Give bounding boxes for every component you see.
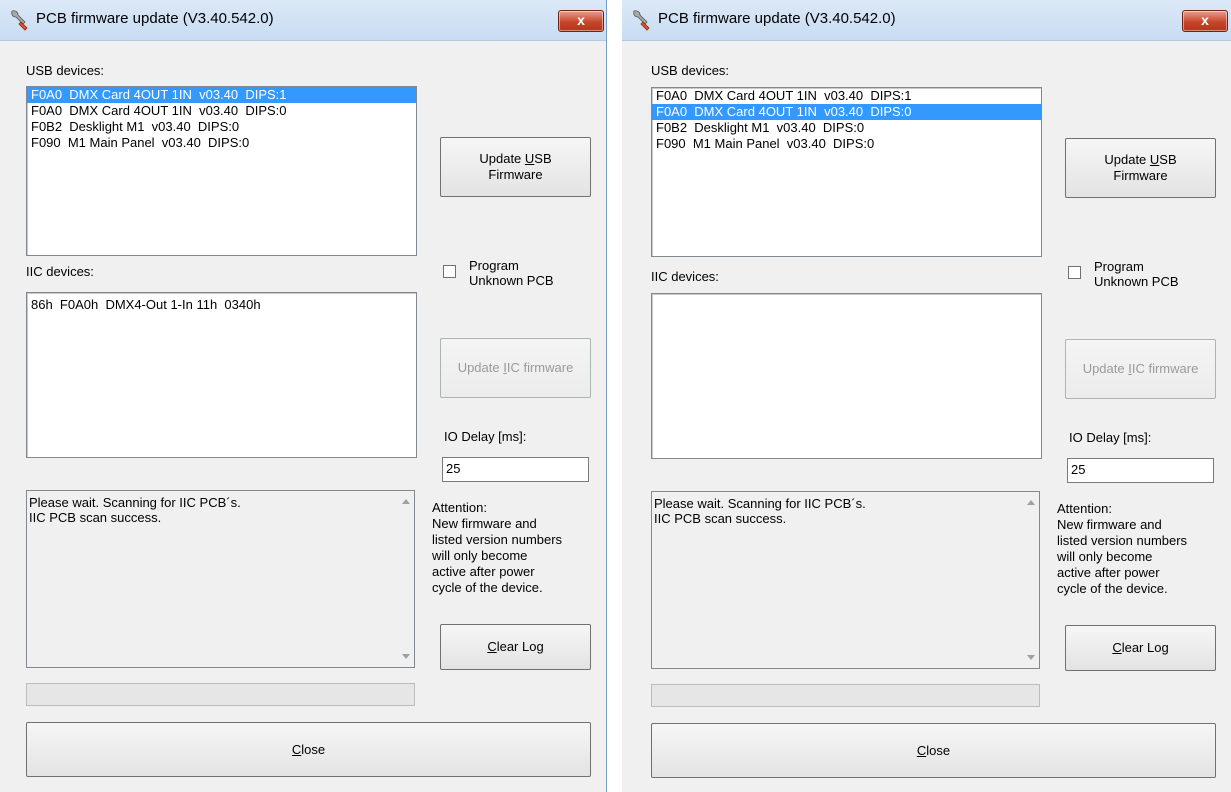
update-iic-post: IC firmware <box>1131 361 1199 376</box>
window-title: PCB firmware update (V3.40.542.0) <box>36 10 274 27</box>
usb-device-list[interactable]: F0A0 DMX Card 4OUT 1IN v03.40 DIPS:1 F0A0… <box>26 86 417 256</box>
wrench-icon <box>633 10 650 31</box>
close-icon[interactable]: x <box>1182 10 1228 32</box>
io-delay-input[interactable]: 25 <box>442 457 589 482</box>
close-icon[interactable]: x <box>558 10 604 32</box>
usb-device-item[interactable]: F0B2 Desklight M1 v03.40 DIPS:0 <box>652 120 1041 136</box>
update-usb-post: SB <box>1159 152 1177 167</box>
log-scrollbar[interactable] <box>1022 492 1039 668</box>
log-text: Please wait. Scanning for IIC PCB´s. IIC… <box>654 496 866 526</box>
log-textarea[interactable]: Please wait. Scanning for IIC PCB´s. IIC… <box>651 491 1040 669</box>
usb-device-item[interactable]: F0A0 DMX Card 4OUT 1IN v03.40 DIPS:1 <box>652 88 1041 104</box>
clear-log-accel: C <box>1112 640 1122 655</box>
firmware-window-1: PCB firmware update (V3.40.542.0) x USB … <box>0 0 607 792</box>
window-title: PCB firmware update (V3.40.542.0) <box>658 10 896 27</box>
scroll-down-icon[interactable] <box>402 654 410 659</box>
update-iic-firmware-button[interactable]: Update IIC firmware <box>1065 339 1216 399</box>
program-unknown-label: Program Unknown PCB <box>469 258 554 288</box>
log-textarea[interactable]: Please wait. Scanning for IIC PCB´s. IIC… <box>26 490 415 668</box>
close-post: lose <box>301 741 326 757</box>
usb-devices-label: USB devices: <box>26 63 105 78</box>
clear-log-accel: C <box>487 639 497 654</box>
clear-log-button[interactable]: Clear Log <box>440 624 591 670</box>
clear-log-post: lear Log <box>1121 640 1169 655</box>
close-post: lose <box>926 742 951 758</box>
program-unknown-checkbox[interactable] <box>1068 266 1081 279</box>
log-text: Please wait. Scanning for IIC PCB´s. IIC… <box>29 495 241 525</box>
close-button[interactable]: Close <box>26 722 591 777</box>
update-iic-pre: Update <box>1082 361 1129 376</box>
close-accel: C <box>291 741 302 757</box>
update-usb-post: SB <box>534 151 552 166</box>
usb-device-item[interactable]: F090 M1 Main Panel v03.40 DIPS:0 <box>652 136 1041 152</box>
io-delay-input[interactable]: 25 <box>1067 458 1214 483</box>
usb-device-item[interactable]: F0A0 DMX Card 4OUT 1IN v03.40 DIPS:0 <box>652 104 1041 120</box>
usb-device-item[interactable]: F0A0 DMX Card 4OUT 1IN v03.40 DIPS:1 <box>27 87 416 103</box>
usb-device-item[interactable]: F0A0 DMX Card 4OUT 1IN v03.40 DIPS:0 <box>27 103 416 119</box>
title-bar[interactable]: PCB firmware update (V3.40.542.0) x <box>622 0 1231 41</box>
update-usb-firmware-button[interactable]: Update USB Firmware <box>440 137 591 197</box>
progress-bar <box>26 683 415 706</box>
program-unknown-checkbox[interactable] <box>443 265 456 278</box>
iic-device-item[interactable]: 86h F0A0h DMX4-Out 1-In 11h 0340h <box>31 297 416 313</box>
update-usb-line2: Firmware <box>488 167 543 182</box>
update-usb-pre: Update <box>1104 152 1150 167</box>
io-delay-label: IO Delay [ms]: <box>1069 430 1152 445</box>
clear-log-post: lear Log <box>496 639 544 654</box>
firmware-window-2: PCB firmware update (V3.40.542.0) x USB … <box>622 0 1231 792</box>
usb-device-item[interactable]: F0B2 Desklight M1 v03.40 DIPS:0 <box>27 119 416 135</box>
log-scrollbar[interactable] <box>397 491 414 667</box>
wrench-icon <box>11 10 28 31</box>
program-unknown-line2: Unknown PCB <box>469 273 554 288</box>
iic-devices-label: IIC devices: <box>651 269 719 284</box>
attention-note: Attention: New firmware and listed versi… <box>1057 501 1188 596</box>
update-iic-pre: Update <box>457 360 504 375</box>
scroll-up-icon[interactable] <box>1027 500 1035 505</box>
update-iic-post: IC firmware <box>506 360 574 375</box>
title-bar[interactable]: PCB firmware update (V3.40.542.0) x <box>0 0 606 41</box>
usb-device-item[interactable]: F090 M1 Main Panel v03.40 DIPS:0 <box>27 135 416 151</box>
program-unknown-line1: Program <box>469 258 519 273</box>
iic-devices-label: IIC devices: <box>26 264 94 279</box>
scroll-up-icon[interactable] <box>402 499 410 504</box>
update-usb-line2: Firmware <box>1113 168 1168 183</box>
update-iic-firmware-button[interactable]: Update IIC firmware <box>440 338 591 398</box>
update-usb-accel: U <box>1149 152 1160 167</box>
close-button[interactable]: Close <box>651 723 1216 778</box>
io-delay-label: IO Delay [ms]: <box>444 429 527 444</box>
attention-note: Attention: New firmware and listed versi… <box>432 500 563 595</box>
program-unknown-line2: Unknown PCB <box>1094 274 1179 289</box>
iic-device-list[interactable]: 86h F0A0h DMX4-Out 1-In 11h 0340h <box>26 292 417 458</box>
update-usb-pre: Update <box>479 151 525 166</box>
close-accel: C <box>916 742 927 758</box>
program-unknown-line1: Program <box>1094 259 1144 274</box>
usb-devices-label: USB devices: <box>651 63 730 78</box>
usb-device-list[interactable]: F0A0 DMX Card 4OUT 1IN v03.40 DIPS:1 F0A0… <box>651 87 1042 257</box>
program-unknown-label: Program Unknown PCB <box>1094 259 1179 289</box>
scroll-down-icon[interactable] <box>1027 655 1035 660</box>
iic-device-list[interactable] <box>651 293 1042 459</box>
clear-log-button[interactable]: Clear Log <box>1065 625 1216 671</box>
update-usb-accel: U <box>524 151 535 166</box>
update-usb-firmware-button[interactable]: Update USB Firmware <box>1065 138 1216 198</box>
progress-bar <box>651 684 1040 707</box>
